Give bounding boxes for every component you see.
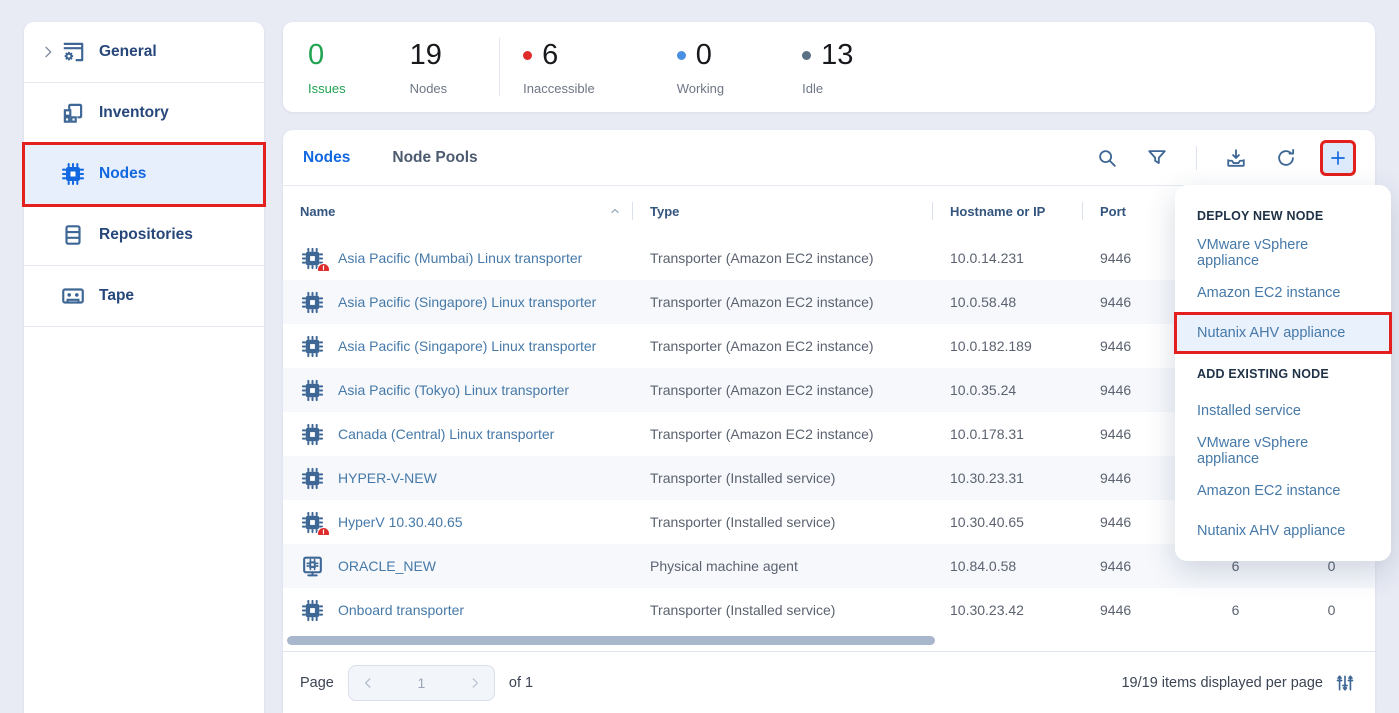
add-node-button[interactable] — [1323, 143, 1353, 173]
nodes-summary-bar: 0 Issues 19 Nodes 6 Inaccessible 0 Worki… — [283, 22, 1375, 112]
working-dot-icon — [677, 51, 686, 60]
stat-nodes: 19 Nodes — [410, 39, 448, 96]
stat-inaccessible: 6 Inaccessible — [523, 39, 595, 96]
tab-node-pools[interactable]: Node Pools — [392, 149, 477, 167]
sort-ascending-icon[interactable] — [609, 205, 621, 217]
inaccessible-label: Inaccessible — [523, 81, 595, 96]
idle-count: 13 — [821, 41, 853, 70]
table-row[interactable]: Onboard transporter Transporter (Install… — [283, 588, 1375, 632]
menu-item-vmware-vsphere-appliance-existing[interactable]: VMware vSphere appliance — [1175, 431, 1391, 471]
stat-idle: 13 Idle — [802, 39, 853, 96]
stats-divider — [499, 38, 500, 96]
previous-page-icon[interactable] — [361, 676, 375, 690]
stat-working: 0 Working — [677, 39, 724, 96]
sidebar-item-label: Repositories — [99, 226, 193, 244]
menu-item-vmware-vsphere-appliance[interactable]: VMware vSphere appliance — [1175, 233, 1391, 273]
sidebar-item-tape[interactable]: Tape — [24, 266, 264, 327]
filter-icon[interactable] — [1146, 147, 1168, 169]
pagination-bar: Page 1 of 1 19/19 items displayed per pa… — [283, 651, 1375, 713]
sidebar-item-label: Tape — [99, 287, 134, 305]
inventory-icon — [60, 100, 86, 126]
issues-label: Issues — [308, 81, 346, 96]
transporter-chip-icon — [300, 422, 325, 447]
transporter-chip-icon — [300, 378, 325, 403]
transporter-chip-icon — [300, 334, 325, 359]
refresh-icon[interactable] — [1275, 147, 1297, 169]
nodes-label: Nodes — [410, 81, 448, 96]
nodes-chip-icon — [60, 161, 86, 187]
page-label: Page — [300, 675, 334, 691]
transporter-chip-icon — [300, 246, 325, 271]
menu-section-add-existing-node: ADD EXISTING NODE — [1175, 357, 1391, 391]
sidebar-item-inventory[interactable]: Inventory — [24, 83, 264, 144]
settings-sidebar: General Inventory Nodes Repositories Tap… — [24, 22, 264, 713]
page-navigator: 1 — [348, 665, 495, 701]
menu-item-installed-service[interactable]: Installed service — [1175, 391, 1391, 431]
column-header-hostname[interactable]: Hostname or IP — [933, 186, 1083, 236]
idle-label: Idle — [802, 81, 853, 96]
transporter-chip-icon — [300, 466, 325, 491]
repositories-icon — [60, 222, 86, 248]
issues-count: 0 — [308, 41, 324, 70]
column-header-name[interactable]: Name — [283, 186, 633, 236]
table-settings-icon[interactable] — [1335, 673, 1355, 693]
next-page-icon[interactable] — [468, 676, 482, 690]
import-icon[interactable] — [1225, 147, 1247, 169]
search-icon[interactable] — [1096, 147, 1118, 169]
nodes-tabbar: Nodes Node Pools — [283, 130, 1375, 186]
column-header-port[interactable]: Port — [1083, 186, 1183, 236]
menu-item-nutanix-ahv-appliance[interactable]: Nutanix AHV appliance — [1175, 313, 1391, 353]
error-badge-icon — [317, 527, 330, 535]
add-node-dropdown: DEPLOY NEW NODE VMware vSphere appliance… — [1175, 185, 1391, 561]
column-header-type[interactable]: Type — [633, 186, 933, 236]
stat-issues: 0 Issues — [308, 39, 346, 96]
menu-section-deploy-new-node: DEPLOY NEW NODE — [1175, 199, 1391, 233]
physical-machine-icon — [300, 554, 325, 579]
inaccessible-count: 6 — [542, 41, 558, 70]
horizontal-scrollbar[interactable] — [287, 636, 935, 645]
chevron-right-icon[interactable] — [37, 44, 59, 60]
inaccessible-dot-icon — [523, 51, 532, 60]
items-per-page-summary: 19/19 items displayed per page — [1121, 675, 1323, 691]
page-count: of 1 — [509, 675, 533, 691]
tape-icon — [60, 283, 86, 309]
transporter-chip-icon — [300, 510, 325, 535]
menu-item-nutanix-ahv-appliance-existing[interactable]: Nutanix AHV appliance — [1175, 511, 1391, 551]
sidebar-item-repositories[interactable]: Repositories — [24, 205, 264, 266]
sidebar-item-nodes[interactable]: Nodes — [24, 144, 264, 205]
transporter-chip-icon — [300, 598, 325, 623]
idle-dot-icon — [802, 51, 811, 60]
current-page-number[interactable]: 1 — [417, 675, 425, 691]
sidebar-item-general[interactable]: General — [24, 22, 264, 83]
sidebar-item-label: Inventory — [99, 104, 169, 122]
working-count: 0 — [696, 41, 712, 70]
menu-item-amazon-ec2-instance-existing[interactable]: Amazon EC2 instance — [1175, 471, 1391, 511]
nodes-count: 19 — [410, 41, 442, 70]
tab-nodes[interactable]: Nodes — [303, 149, 350, 167]
general-settings-icon — [60, 39, 86, 65]
toolbar-divider — [1196, 146, 1197, 170]
error-badge-icon — [317, 263, 330, 271]
sidebar-item-label: Nodes — [99, 165, 146, 183]
nodes-toolbar — [1068, 143, 1353, 173]
working-label: Working — [677, 81, 724, 96]
menu-item-amazon-ec2-instance[interactable]: Amazon EC2 instance — [1175, 273, 1391, 313]
transporter-chip-icon — [300, 290, 325, 315]
sidebar-item-label: General — [99, 43, 157, 61]
